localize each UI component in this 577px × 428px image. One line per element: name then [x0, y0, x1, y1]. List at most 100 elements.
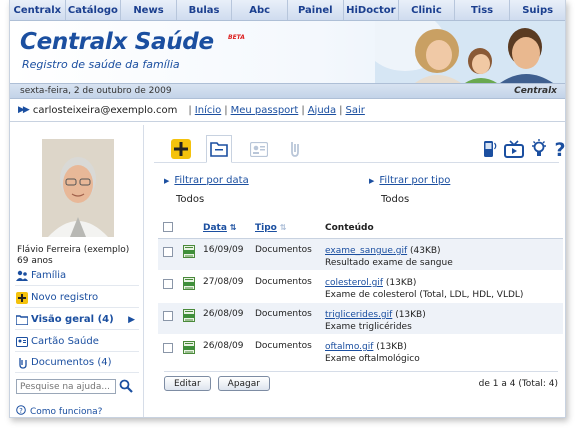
help-search-input[interactable]: [16, 379, 116, 394]
nav-clinic[interactable]: Clinic: [399, 0, 455, 20]
help-icon[interactable]: ?: [547, 137, 565, 161]
select-all-checkbox[interactable]: [163, 221, 173, 232]
sort-date-link[interactable]: Data: [203, 223, 227, 233]
sort-icon[interactable]: ⇅: [280, 223, 287, 232]
filter-by-type: ▶ Filtrar por tipo: [369, 175, 450, 186]
sidebar: Flávio Ferreira (exemplo) 69 anos Famíli…: [10, 125, 144, 417]
table-row[interactable]: 26/08/09 Documentos triglicerides.gif (1…: [158, 303, 563, 335]
link-meu-passport[interactable]: Meu passport: [231, 105, 299, 116]
row-type: Documentos: [255, 309, 312, 319]
row-type: Documentos: [255, 341, 312, 351]
how-it-works-link[interactable]: ? Como funciona?: [16, 405, 103, 417]
row-description: Exame oftalmológico: [325, 354, 420, 364]
filter-date-link[interactable]: Filtrar por data: [174, 175, 248, 186]
row-description: Exame de colesterol (Total, LDL, HDL, VL…: [325, 290, 524, 300]
row-checkbox[interactable]: [163, 343, 173, 353]
sidebar-item-documentos[interactable]: Documentos (4): [15, 353, 139, 373]
how-it-works-label: Como funciona?: [30, 406, 103, 417]
folder-icon: [15, 314, 28, 326]
row-file-link[interactable]: oftalmo.gif: [325, 342, 373, 352]
gif-document-icon: [183, 277, 195, 290]
user-bar: ▶▶ carlosteixeira@exemplo.com | Início |…: [10, 99, 565, 122]
separator: |: [339, 104, 343, 116]
documents-icon: [15, 357, 28, 369]
gif-document-icon: [183, 309, 195, 322]
page: Centralx Catálogo News Bulas Abc Painel …: [9, 0, 566, 418]
row-type: Documentos: [255, 245, 312, 255]
row-file-link[interactable]: colesterol.gif: [325, 278, 383, 288]
nav-centralx[interactable]: Centralx: [10, 0, 66, 20]
gif-document-icon: [183, 341, 195, 354]
row-type: Documentos: [255, 277, 312, 287]
row-checkbox[interactable]: [163, 311, 173, 321]
row-checkbox[interactable]: [163, 247, 173, 257]
chevron-right-icon: ▶: [128, 314, 135, 325]
link-ajuda[interactable]: Ajuda: [308, 105, 336, 116]
edit-button[interactable]: Editar: [164, 376, 211, 391]
nav-news[interactable]: News: [121, 0, 177, 20]
separator: |: [301, 104, 305, 116]
nav-hidoctor[interactable]: HiDoctor: [344, 0, 400, 20]
nav-painel[interactable]: Painel: [288, 0, 344, 20]
patient-name: Flávio Ferreira (exemplo): [17, 245, 130, 255]
filter-date-value: Todos: [176, 194, 205, 205]
link-inicio[interactable]: Início: [195, 105, 221, 116]
row-description: Exame triglicérides: [325, 322, 412, 332]
row-select-cell: [158, 239, 178, 270]
user-email: carlosteixeira@exemplo.com: [32, 104, 178, 116]
row-date: 26/08/09: [203, 309, 244, 319]
content-header: Conteúdo: [325, 223, 374, 233]
nav-abc[interactable]: Abc: [232, 0, 288, 20]
row-icon-cell: [178, 239, 203, 270]
row-checkbox[interactable]: [163, 279, 173, 289]
header-banner: Centralx Saúde BETA Registro de saúde da…: [10, 21, 565, 83]
nav-bulas[interactable]: Bulas: [177, 0, 233, 20]
row-icon-cell: [178, 271, 203, 302]
nav-tiss[interactable]: Tiss: [455, 0, 511, 20]
brand-logo[interactable]: Centralx Saúde: [20, 29, 214, 55]
row-icon-cell: [178, 335, 203, 366]
row-content: triglicerides.gif (13KB) Exame triglicér…: [325, 303, 563, 334]
filter-type-link[interactable]: Filtrar por tipo: [379, 175, 450, 186]
sort-desc-icon[interactable]: ⇅: [230, 223, 237, 232]
delete-button[interactable]: Apagar: [217, 376, 270, 391]
table-row[interactable]: 27/08/09 Documentos colesterol.gif (13KB…: [158, 271, 563, 303]
sidebar-item-label: Visão geral (4): [31, 314, 114, 325]
row-content: exame_sangue.gif (43KB) Resultado exame …: [325, 239, 563, 270]
nav-suips[interactable]: Suips: [510, 0, 565, 20]
patient-info: Flávio Ferreira (exemplo) 69 anos: [17, 245, 129, 267]
row-file-size: (13KB): [376, 342, 407, 352]
sidebar-item-visao-geral[interactable]: Visão geral (4) ▶: [15, 310, 139, 330]
sidebar-item-novo-registro[interactable]: Novo registro: [15, 288, 139, 308]
sidebar-item-label: Família: [31, 270, 67, 281]
sidebar-item-familia[interactable]: Família: [15, 266, 139, 286]
row-file-link[interactable]: triglicerides.gif: [325, 310, 392, 320]
filter-by-date: ▶ Filtrar por data: [164, 175, 249, 186]
separator: |: [224, 104, 228, 116]
sidebar-item-cartao-saude[interactable]: Cartão Saúde: [15, 332, 139, 352]
row-file-size: (13KB): [385, 278, 417, 288]
link-sair[interactable]: Sair: [346, 105, 365, 116]
row-file-size: (43KB): [410, 246, 441, 256]
tv-icon[interactable]: [501, 137, 527, 161]
row-content: colesterol.gif (13KB) Exame de colestero…: [325, 271, 563, 302]
health-card-tab[interactable]: [246, 137, 272, 161]
sort-type-link[interactable]: Tipo: [255, 223, 277, 233]
row-file-link[interactable]: exame_sangue.gif: [325, 246, 407, 256]
new-record-button[interactable]: [168, 137, 194, 161]
tagline: Registro de saúde da família: [22, 58, 180, 71]
triangle-right-icon: ▶: [164, 177, 170, 185]
overview-tab[interactable]: [206, 135, 232, 163]
attachment-tab[interactable]: [282, 137, 308, 161]
avatar: [42, 139, 114, 237]
family-photo: [375, 21, 565, 83]
svg-text:?: ?: [19, 407, 23, 415]
table-row[interactable]: 16/09/09 Documentos exame_sangue.gif (43…: [158, 239, 563, 271]
separator: |: [188, 104, 192, 116]
main-content: ? ▶ Filtrar por data Todos ▶ Filtrar por t…: [154, 125, 565, 417]
table-row[interactable]: 26/08/09 Documentos oftalmo.gif (13KB) E…: [158, 335, 563, 367]
mobile-icon[interactable]: [477, 137, 503, 161]
date-bar: sexta-feira, 2 de outubro de 2009 Centra…: [10, 83, 565, 99]
search-icon[interactable]: [119, 379, 133, 393]
nav-catalogo[interactable]: Catálogo: [66, 0, 122, 20]
